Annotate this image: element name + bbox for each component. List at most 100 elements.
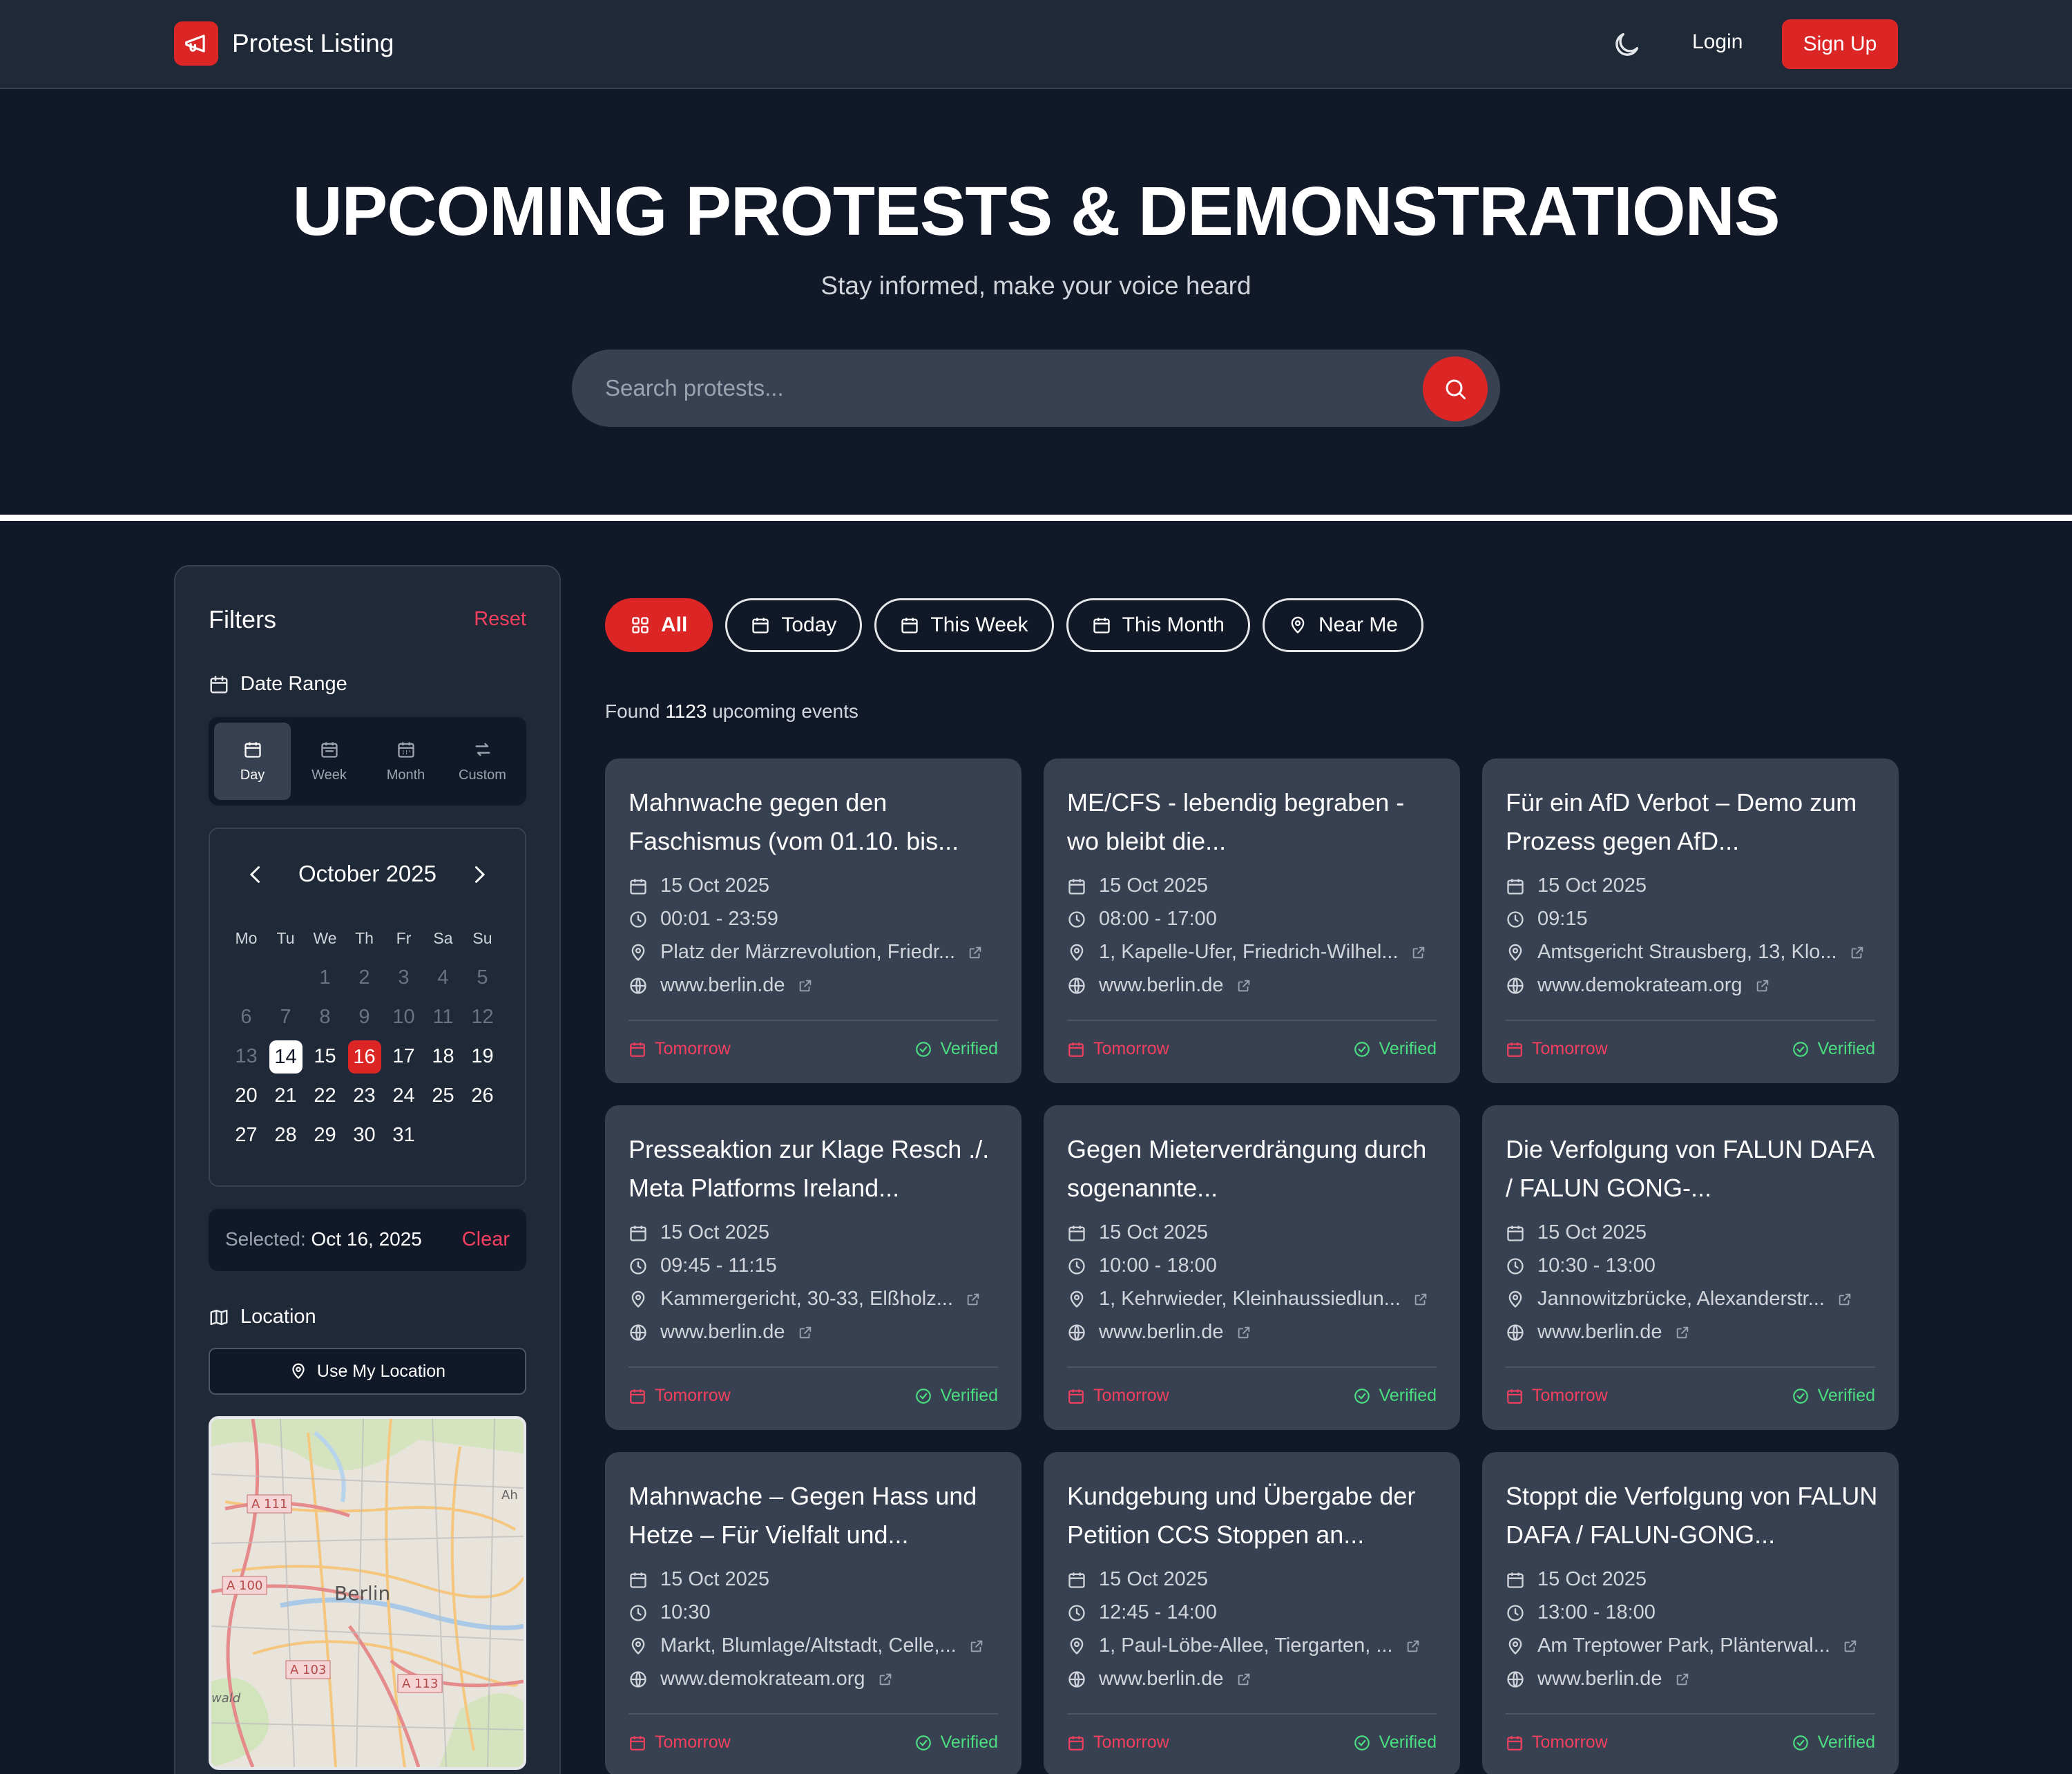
verified-badge: Verified xyxy=(1792,1733,1875,1753)
external-link-icon[interactable] xyxy=(966,1292,981,1307)
calendar-day[interactable]: 19 xyxy=(463,1045,502,1068)
pill-this-month[interactable]: This Month xyxy=(1066,598,1250,652)
calendar-icon xyxy=(1507,1735,1522,1751)
search-input[interactable] xyxy=(605,368,1399,409)
map-pin-icon xyxy=(1508,1637,1522,1654)
pill-all[interactable]: All xyxy=(605,598,713,652)
external-link-icon[interactable] xyxy=(1413,1292,1428,1307)
calendar-day[interactable]: 28 xyxy=(266,1124,305,1147)
card-divider xyxy=(629,1366,998,1368)
event-card[interactable]: Presseaktion zur Klage Resch ./. Meta Pl… xyxy=(605,1105,1021,1430)
event-card[interactable]: Für ein AfD Verbot – Demo zum Prozess ge… xyxy=(1482,759,1899,1083)
login-link[interactable]: Login xyxy=(1692,30,1743,54)
event-location-row[interactable]: Amtsgericht Strausberg, 13, Klo... xyxy=(1506,941,1877,964)
calendar-day-selected[interactable]: 16 xyxy=(345,1040,384,1074)
external-link-icon[interactable] xyxy=(1675,1672,1690,1687)
external-link-icon[interactable] xyxy=(878,1672,893,1687)
external-link-icon[interactable] xyxy=(798,1325,813,1340)
event-card[interactable]: Kundgebung und Übergabe der Petition CCS… xyxy=(1044,1452,1460,1774)
event-website-row[interactable]: www.berlin.de xyxy=(1067,974,1264,997)
signup-button[interactable]: Sign Up xyxy=(1782,19,1898,69)
external-link-icon[interactable] xyxy=(1755,978,1770,993)
external-link-icon[interactable] xyxy=(1850,945,1865,960)
external-link-icon[interactable] xyxy=(969,1639,984,1654)
calendar-day[interactable]: 25 xyxy=(423,1085,463,1107)
calendar-day[interactable]: 21 xyxy=(266,1085,305,1107)
pill-today[interactable]: Today xyxy=(725,598,863,652)
calendar-day[interactable]: 27 xyxy=(227,1124,266,1147)
event-location-row[interactable]: Platz der Märzrevolution, Friedr... xyxy=(629,941,995,964)
calendar-day[interactable]: 30 xyxy=(345,1124,384,1147)
calendar-day[interactable]: 22 xyxy=(305,1085,345,1107)
megaphone-icon xyxy=(174,21,218,66)
event-website-row[interactable]: www.berlin.de xyxy=(1067,1321,1264,1344)
event-location-row[interactable]: 1, Kehrwieder, Kleinhaussiedlun... xyxy=(1067,1288,1441,1310)
tab-custom[interactable]: Custom xyxy=(444,723,521,800)
external-link-icon[interactable] xyxy=(1843,1639,1858,1654)
event-title: Für ein AfD Verbot – Demo zum Prozess ge… xyxy=(1506,788,1857,855)
external-link-icon[interactable] xyxy=(1837,1292,1852,1307)
event-website-row[interactable]: www.demokrateam.org xyxy=(1506,974,1783,997)
chevron-right-icon[interactable] xyxy=(467,862,492,887)
tab-month-label: Month xyxy=(386,767,425,783)
calendar-icon xyxy=(244,742,261,758)
event-website-row[interactable]: www.berlin.de xyxy=(1506,1668,1702,1690)
event-location-row[interactable]: 1, Kapelle-Ufer, Friedrich-Wilhel... xyxy=(1067,941,1439,964)
event-card[interactable]: ME/CFS - lebendig begraben - wo bleibt d… xyxy=(1044,759,1460,1083)
external-link-icon[interactable] xyxy=(798,978,813,993)
event-website-row[interactable]: www.berlin.de xyxy=(629,1321,825,1344)
tab-day[interactable]: Day xyxy=(214,723,291,800)
calendar-day[interactable]: 24 xyxy=(384,1085,423,1107)
event-card[interactable]: Mahnwache – Gegen Hass und Hetze – Für V… xyxy=(605,1452,1021,1774)
weekday-label: Th xyxy=(355,929,374,947)
pill-this-week[interactable]: This Week xyxy=(874,598,1054,652)
reset-button[interactable]: Reset xyxy=(474,608,526,631)
calendar-day[interactable]: 31 xyxy=(384,1124,423,1147)
event-location-row[interactable]: Markt, Blumlage/Altstadt, Celle,... xyxy=(629,1634,997,1657)
calendar-day-today[interactable]: 14 xyxy=(266,1040,305,1074)
clear-button[interactable]: Clear xyxy=(462,1228,510,1251)
external-link-icon[interactable] xyxy=(1411,945,1426,960)
event-location: 1, Kehrwieder, Kleinhaussiedlun... xyxy=(1099,1288,1401,1310)
event-title: Mahnwache – Gegen Hass und Hetze – Für V… xyxy=(629,1482,977,1549)
event-card[interactable]: Die Verfolgung von FALUN DAFA / FALUN GO… xyxy=(1482,1105,1899,1430)
calendar-day[interactable]: 15 xyxy=(305,1045,345,1068)
event-website-row[interactable]: www.demokrateam.org xyxy=(629,1668,905,1690)
location-map[interactable]: A 111 A 100 A 103 A 113 Berlin Ah wald xyxy=(209,1416,526,1770)
calendar-day[interactable]: 29 xyxy=(305,1124,345,1147)
calendar-day[interactable]: 17 xyxy=(384,1045,423,1068)
event-location-row[interactable]: 1, Paul-Löbe-Allee, Tiergarten, ... xyxy=(1067,1634,1433,1657)
external-link-icon[interactable] xyxy=(1236,1672,1251,1687)
event-location-row[interactable]: Jannowitzbrücke, Alexanderstr... xyxy=(1506,1288,1865,1310)
event-card[interactable]: Gegen Mieterverdrängung durch sogenannte… xyxy=(1044,1105,1460,1430)
external-link-icon[interactable] xyxy=(1236,978,1251,993)
calendar-day[interactable]: 23 xyxy=(345,1085,384,1107)
tab-month[interactable]: Month xyxy=(367,723,444,800)
pill-near-me[interactable]: Near Me xyxy=(1262,598,1423,652)
event-date: 15 Oct 2025 xyxy=(660,875,769,897)
calendar-day[interactable]: 20 xyxy=(227,1085,266,1107)
calendar-day[interactable]: 26 xyxy=(463,1085,502,1107)
brand[interactable]: Protest Listing xyxy=(174,21,394,66)
event-website-row[interactable]: www.berlin.de xyxy=(629,974,825,997)
event-location-row[interactable]: Kammergericht, 30-33, Elßholz... xyxy=(629,1288,993,1310)
event-location: Amtsgericht Strausberg, 13, Klo... xyxy=(1537,941,1837,963)
moon-icon[interactable] xyxy=(1611,29,1642,61)
external-link-icon[interactable] xyxy=(1236,1325,1251,1340)
calendar-icon xyxy=(1068,1389,1084,1404)
external-link-icon[interactable] xyxy=(1406,1639,1421,1654)
tab-week[interactable]: Week xyxy=(291,723,367,800)
event-card[interactable]: Stoppt die Verfolgung von FALUN DAFA / F… xyxy=(1482,1452,1899,1774)
event-card[interactable]: Mahnwache gegen den Faschismus (vom 01.1… xyxy=(605,759,1021,1083)
external-link-icon[interactable] xyxy=(968,945,983,960)
event-when: Tomorrow xyxy=(1093,1733,1169,1752)
search-button[interactable] xyxy=(1423,356,1488,421)
event-date-row: 15 Oct 2025 xyxy=(1506,1221,1647,1244)
external-link-icon[interactable] xyxy=(1675,1325,1690,1340)
event-location-row[interactable]: Am Treptower Park, Plänterwal... xyxy=(1506,1634,1870,1657)
use-my-location-button[interactable]: Use My Location xyxy=(209,1348,526,1395)
calendar-day[interactable]: 18 xyxy=(423,1045,463,1068)
event-when-badge: Tomorrow xyxy=(1506,1039,1608,1059)
event-website-row[interactable]: www.berlin.de xyxy=(1506,1321,1702,1344)
event-website-row[interactable]: www.berlin.de xyxy=(1067,1668,1264,1690)
